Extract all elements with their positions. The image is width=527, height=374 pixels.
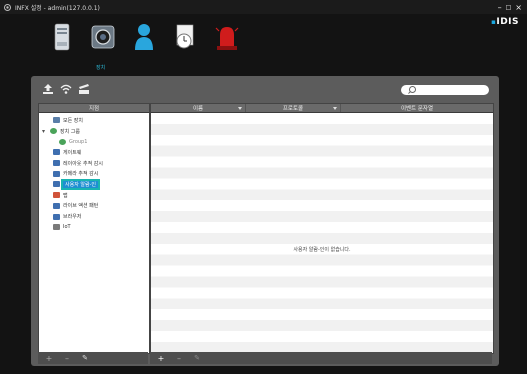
toolbar (31, 76, 499, 101)
group-icon (59, 138, 66, 145)
upload-icon[interactable] (42, 83, 54, 95)
user-alarm-icon (53, 181, 60, 188)
schedule-icon[interactable] (173, 22, 197, 52)
user-icon[interactable] (132, 22, 156, 52)
section-icons (50, 22, 255, 64)
iot-icon (53, 224, 60, 231)
add-button[interactable]: + (152, 354, 170, 363)
device-group-icon (50, 128, 57, 135)
edit-button[interactable]: ✎ (188, 354, 206, 362)
gateway-icon (53, 149, 60, 156)
alarm-siren-icon[interactable] (214, 22, 239, 52)
idis-logo: ▪IDIS (491, 17, 519, 27)
empty-message: 사용자 알람-인이 없습니다. (293, 247, 351, 253)
chevron-down-icon[interactable]: ▾ (42, 128, 50, 135)
tree-item-group1[interactable]: Group1 (39, 136, 149, 147)
minimize-button[interactable]: – (498, 3, 502, 12)
window-title: INFX 설정 - admin(127.0.0.1) (15, 4, 100, 12)
tree-footer: + – ✎ (38, 352, 148, 364)
main-panel: 지점 모든 장치 ▾ 장치 그룹 Group1 게이트웨 레이아웃 추적 감시 카… (31, 76, 499, 366)
browser-icon (53, 213, 60, 220)
app-icon (4, 3, 11, 11)
tree-item-user-alarm[interactable]: 사용자 알람-인 (39, 178, 149, 190)
server-icon[interactable] (50, 22, 74, 52)
tree-item-map[interactable]: 맵 (39, 190, 149, 201)
sort-arrow-icon (333, 107, 337, 110)
column-name[interactable]: 이름 (151, 104, 246, 112)
search-icon (409, 86, 416, 93)
map-icon (53, 192, 60, 199)
table-footer: + – ✎ (150, 352, 492, 364)
table-header: 이름 프로토콜 이벤트 문자열 (151, 104, 493, 113)
table-body (151, 113, 493, 353)
tree-item-camera-monitor[interactable]: 카메라 추적 감시 (39, 168, 149, 179)
remove-button[interactable]: – (58, 354, 76, 363)
tree-item-all-devices[interactable]: 모든 장치 (39, 115, 149, 126)
tree-item-device-group[interactable]: ▾ 장치 그룹 (39, 126, 149, 137)
layout-monitor-icon (53, 160, 60, 167)
title-bar: INFX 설정 - admin(127.0.0.1) – □ × (0, 0, 527, 14)
column-event-string[interactable]: 이벤트 문자열 (341, 104, 493, 112)
tree-item-gateway[interactable]: 게이트웨 (39, 147, 149, 158)
wifi-scan-icon[interactable] (60, 83, 72, 95)
search-input[interactable] (401, 85, 489, 95)
alarm-table: 이름 프로토콜 이벤트 문자열 사용자 알람-인이 없습니다. (150, 103, 494, 354)
live-action-icon (53, 202, 60, 209)
selected-section-label: 장치 (96, 65, 106, 71)
tree-item-layout-monitor[interactable]: 레이아웃 추적 감시 (39, 158, 149, 169)
app-window: INFX 설정 - admin(127.0.0.1) – □ × ▪IDIS 장… (0, 0, 527, 374)
remove-button[interactable]: – (170, 354, 188, 363)
camera-device-icon[interactable] (91, 22, 115, 52)
camera-monitor-icon (53, 170, 60, 177)
all-devices-icon (53, 117, 60, 124)
edit-folder-icon[interactable] (78, 83, 90, 95)
edit-button[interactable]: ✎ (76, 354, 94, 362)
tree-header: 지점 (39, 104, 149, 113)
tree-item-live-action[interactable]: 라이브 액션 패턴 (39, 201, 149, 212)
maximize-button[interactable]: □ (506, 4, 512, 11)
column-protocol[interactable]: 프로토콜 (246, 104, 341, 112)
sort-arrow-icon (238, 107, 242, 110)
add-button[interactable]: + (40, 354, 58, 363)
device-tree: 지점 모든 장치 ▾ 장치 그룹 Group1 게이트웨 레이아웃 추적 감시 카… (38, 103, 150, 354)
tree-item-browser[interactable]: 브라우저 (39, 211, 149, 222)
close-button[interactable]: × (515, 3, 522, 12)
tree-item-iot[interactable]: IoT (39, 222, 149, 233)
